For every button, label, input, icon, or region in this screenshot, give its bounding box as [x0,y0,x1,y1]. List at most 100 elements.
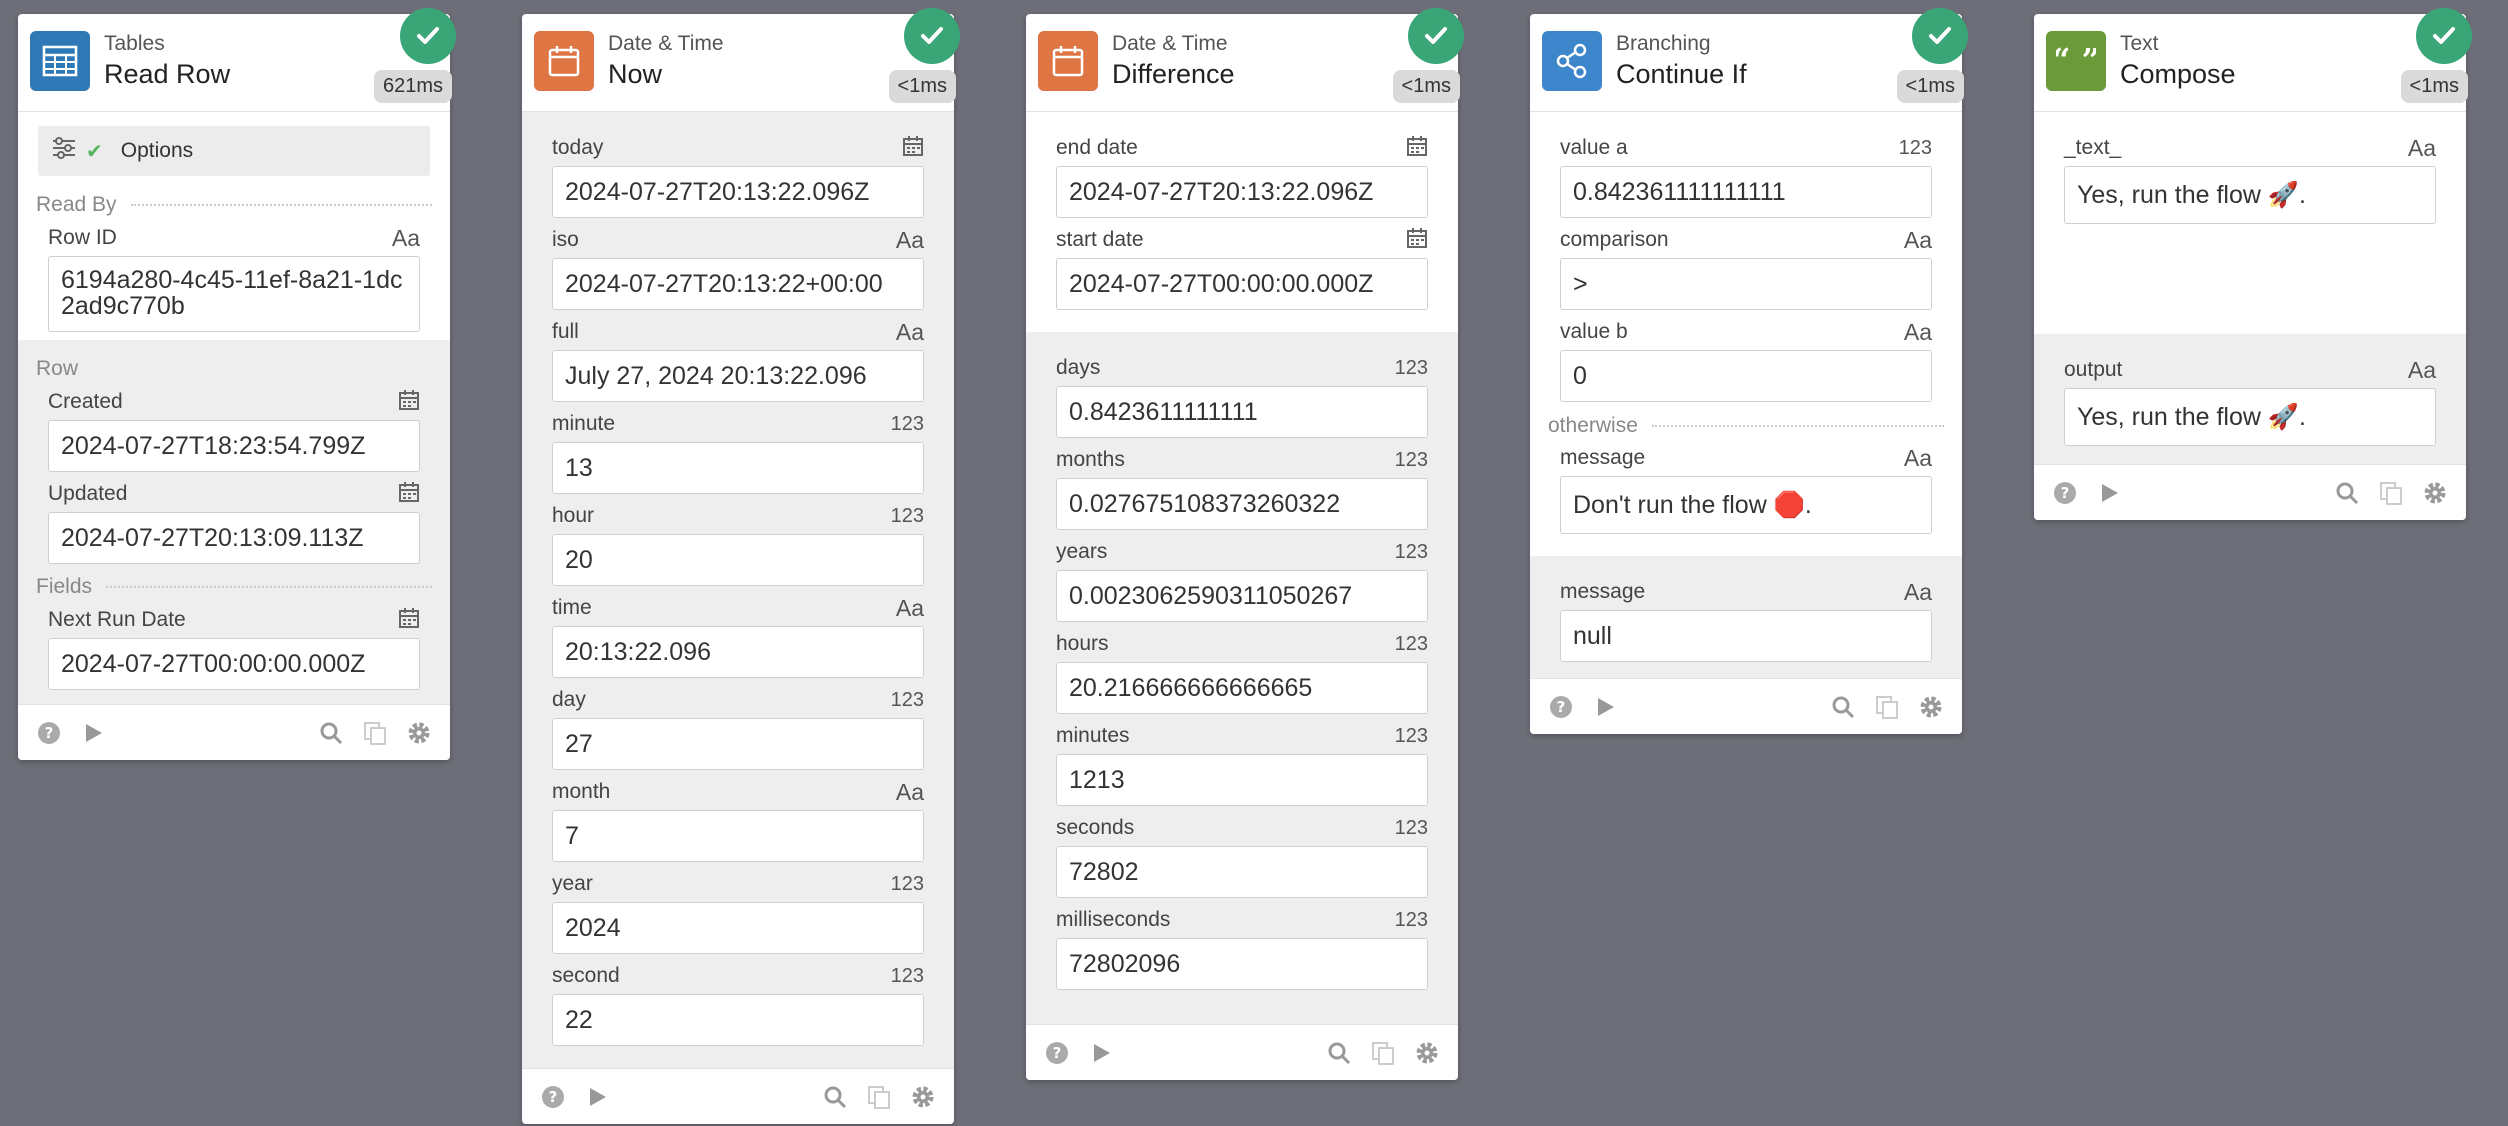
gear-icon[interactable] [1916,692,1946,722]
field-label: message [1560,580,1646,603]
field-input[interactable]: 7 [552,810,924,862]
field-input[interactable]: 20 [552,534,924,586]
play-icon[interactable] [2094,478,2124,508]
text-type-icon: Aa [391,224,420,251]
field-label: message [1560,446,1646,469]
search-icon[interactable] [820,1082,850,1112]
field-label: minutes [1056,724,1130,747]
calendar-icon [398,607,420,634]
group-title-row: Row [36,357,79,380]
text-input[interactable]: Yes, run the flow 🚀. [2064,166,2436,224]
field-label: second [552,964,620,987]
output-message-input[interactable]: null [1560,610,1932,662]
copy-icon[interactable] [864,1082,894,1112]
field-label: milliseconds [1056,908,1171,931]
number-type-icon: 123 [890,872,924,895]
field-label: comparison [1560,228,1669,251]
field-input[interactable]: 2024-07-27T20:13:22.096Z [1056,166,1428,218]
text-type-icon: Aa [895,594,924,621]
field-label: output [2064,358,2123,381]
calendar-app-icon [1038,31,1098,91]
gear-icon[interactable] [404,718,434,748]
field-input[interactable]: 0 [1560,350,1932,402]
number-type-icon: 123 [1898,136,1932,159]
search-icon[interactable] [1324,1038,1354,1068]
field-label: _text_ [2064,136,2122,159]
gear-icon[interactable] [2420,478,2450,508]
help-icon[interactable]: ? [538,1082,568,1112]
field-input[interactable]: July 27, 2024 20:13:22.096 [552,350,924,402]
search-icon[interactable] [316,718,346,748]
calendar-icon [398,389,420,416]
field-input[interactable]: 27 [552,718,924,770]
field-hours: hours 123 20.216666666666665 [1026,622,1458,714]
group-title-otherwise: otherwise [1530,402,1962,437]
otherwise-message-input[interactable]: Don't run the flow 🛑. [1560,476,1932,534]
field-minute: minute 123 13 [522,402,954,494]
copy-icon[interactable] [360,718,390,748]
field-label: Next Run Date [48,608,186,631]
gear-icon[interactable] [1412,1038,1442,1068]
field-input[interactable]: 20:13:22.096 [552,626,924,678]
card-header: Tables Read Row 621ms [18,8,456,112]
search-icon[interactable] [1828,692,1858,722]
success-check-icon [1408,8,1464,64]
field-input[interactable]: 2024 [552,902,924,954]
field-input[interactable]: 2024-07-27T20:13:22+00:00 [552,258,924,310]
copy-icon[interactable] [1872,692,1902,722]
field-today: today 2024-07-27T20:13:22.096Z [522,126,954,218]
calendar-icon [902,135,924,162]
play-icon[interactable] [1590,692,1620,722]
text-type-icon: Aa [2407,356,2436,383]
field-comparison: comparison Aa > [1530,218,1962,310]
gear-icon[interactable] [908,1082,938,1112]
next-run-date-input[interactable]: 2024-07-27T00:00:00.000Z [48,638,420,690]
number-type-icon: 123 [1394,356,1428,379]
updated-input[interactable]: 2024-07-27T20:13:09.113Z [48,512,420,564]
help-icon[interactable]: ? [1042,1038,1072,1068]
card-footer: ? [1530,678,1962,734]
output-input[interactable]: Yes, run the flow 🚀. [2064,388,2436,446]
field-label: value b [1560,320,1628,343]
group-title-fields: Fields [18,564,450,598]
row-id-input[interactable]: 6194a280-4c45-11ef-8a21-1dc2ad9c770b [48,256,420,332]
help-icon[interactable]: ? [2050,478,2080,508]
number-type-icon: 123 [1394,540,1428,563]
field-input[interactable]: 72802096 [1056,938,1428,990]
output-fields: today 2024-07-27T20:13:22.096Z iso Aa 2024-0… [522,112,954,1068]
field-input[interactable]: 1213 [1056,754,1428,806]
text-type-icon: Aa [895,778,924,805]
share-branch-icon [1542,31,1602,91]
field-input[interactable]: 0.8423611111111 [1056,386,1428,438]
timing-badge: 621ms [373,70,452,103]
app-name: Date & Time [1112,32,1228,55]
field-input[interactable]: 72802 [1056,846,1428,898]
play-icon[interactable] [582,1082,612,1112]
field-input[interactable]: 13 [552,442,924,494]
help-icon[interactable]: ? [34,718,64,748]
created-input[interactable]: 2024-07-27T18:23:54.799Z [48,420,420,472]
field-input[interactable]: 0.027675108373260322 [1056,478,1428,530]
field-label: Row ID [48,226,117,249]
timing-badge: <1ms [888,70,956,103]
play-icon[interactable] [1086,1038,1116,1068]
svg-text:?: ? [45,724,54,742]
field-label: hour [552,504,595,527]
text-type-icon: Aa [895,318,924,345]
field-value-a: value a 123 0.842361111111111 [1530,126,1962,218]
field-input[interactable]: 2024-07-27T00:00:00.000Z [1056,258,1428,310]
field-input[interactable]: > [1560,258,1932,310]
field-input[interactable]: 20.216666666666665 [1056,662,1428,714]
field-input[interactable]: 0.842361111111111 [1560,166,1932,218]
field-input[interactable]: 2024-07-27T20:13:22.096Z [552,166,924,218]
search-icon[interactable] [2332,478,2362,508]
copy-icon[interactable] [1368,1038,1398,1068]
field-input[interactable]: 0.0023062590311050267 [1056,570,1428,622]
copy-icon[interactable] [2376,478,2406,508]
play-icon[interactable] [78,718,108,748]
help-icon[interactable]: ? [1546,692,1576,722]
options-button[interactable]: ✔ Options [38,126,430,176]
action-name: Difference [1112,59,1235,89]
app-name: Tables [104,32,165,55]
field-input[interactable]: 22 [552,994,924,1046]
